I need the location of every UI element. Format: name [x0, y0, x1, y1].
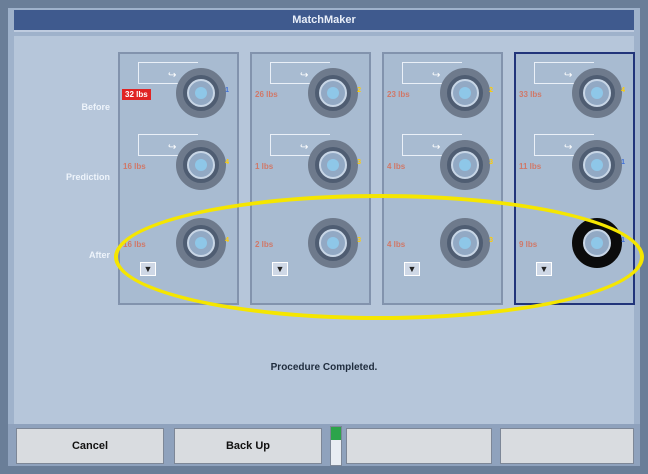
before-step: ↪ 26 lbs 2 — [252, 62, 369, 118]
prediction-step: ↪ 11 lbs 1 — [516, 134, 633, 190]
dot-icon — [459, 87, 471, 99]
before-step: ↪ 32 lbs 1 — [120, 62, 237, 118]
weight-label: 33 lbs — [519, 90, 542, 99]
wheel-icon: 4 — [572, 68, 625, 118]
position-marker: 3 — [357, 159, 361, 166]
wheel-icon: 1 — [572, 140, 625, 190]
cancel-button[interactable]: Cancel — [16, 428, 164, 464]
dot-icon — [459, 159, 471, 171]
dot-icon — [591, 159, 603, 171]
dot-icon — [591, 87, 603, 99]
highlight-ellipse — [114, 194, 644, 320]
wheel-icon: 1 — [176, 68, 229, 118]
main-content: Before Prediction After ↪ 32 lbs 1 ↪ 16 … — [14, 36, 644, 424]
arrow-icon: ↪ — [168, 70, 177, 81]
weight-label: 4 lbs — [387, 162, 406, 171]
prediction-step: ↪ 1 lbs 3 — [252, 134, 369, 190]
row-label-before: Before — [81, 102, 110, 112]
dot-icon — [327, 159, 339, 171]
dot-icon — [195, 159, 207, 171]
position-marker: 2 — [489, 87, 493, 94]
arrow-icon: ↪ — [432, 142, 441, 153]
position-marker: 4 — [225, 159, 229, 166]
wheel-icon: 2 — [440, 68, 493, 118]
row-label-prediction: Prediction — [65, 172, 110, 182]
position-marker: 4 — [621, 87, 625, 94]
title-bar: MatchMaker — [14, 10, 634, 32]
window-title: MatchMaker — [292, 14, 356, 26]
button-bar: Cancel Back Up — [8, 424, 640, 466]
position-marker: 3 — [489, 159, 493, 166]
position-marker: 1 — [225, 87, 229, 94]
progress-fill — [331, 427, 341, 441]
position-marker: 2 — [357, 87, 361, 94]
wheel-icon: 4 — [176, 140, 229, 190]
arrow-icon: ↪ — [300, 142, 309, 153]
blank-button-1[interactable] — [346, 428, 492, 464]
dot-icon — [327, 87, 339, 99]
arrow-icon: ↪ — [432, 70, 441, 81]
back-up-button[interactable]: Back Up — [174, 428, 322, 464]
arrow-icon: ↪ — [168, 142, 177, 153]
wheel-icon: 2 — [308, 68, 361, 118]
weight-label: 26 lbs — [255, 90, 278, 99]
progress-bar — [330, 426, 342, 466]
arrow-icon: ↪ — [564, 142, 573, 153]
dot-icon — [195, 87, 207, 99]
prediction-step: ↪ 4 lbs 3 — [384, 134, 501, 190]
position-marker: 1 — [621, 159, 625, 166]
prediction-step: ↪ 16 lbs 4 — [120, 134, 237, 190]
row-label-after: After — [88, 250, 110, 260]
status-text: Procedure Completed. — [270, 362, 378, 373]
weight-label: 1 lbs — [255, 162, 274, 171]
matchmaker-window: MatchMaker Before Prediction After ↪ 32 … — [8, 8, 644, 466]
blank-button-2[interactable] — [500, 428, 634, 464]
weight-label: 16 lbs — [123, 162, 146, 171]
arrow-icon: ↪ — [300, 70, 309, 81]
before-step: ↪ 23 lbs 2 — [384, 62, 501, 118]
wheel-icon: 3 — [440, 140, 493, 190]
weight-label: 11 lbs — [519, 162, 542, 171]
wheel-icon: 3 — [308, 140, 361, 190]
weight-label: 32 lbs — [122, 89, 151, 100]
before-step: ↪ 33 lbs 4 — [516, 62, 633, 118]
arrow-icon: ↪ — [564, 70, 573, 81]
weight-label: 23 lbs — [387, 90, 410, 99]
